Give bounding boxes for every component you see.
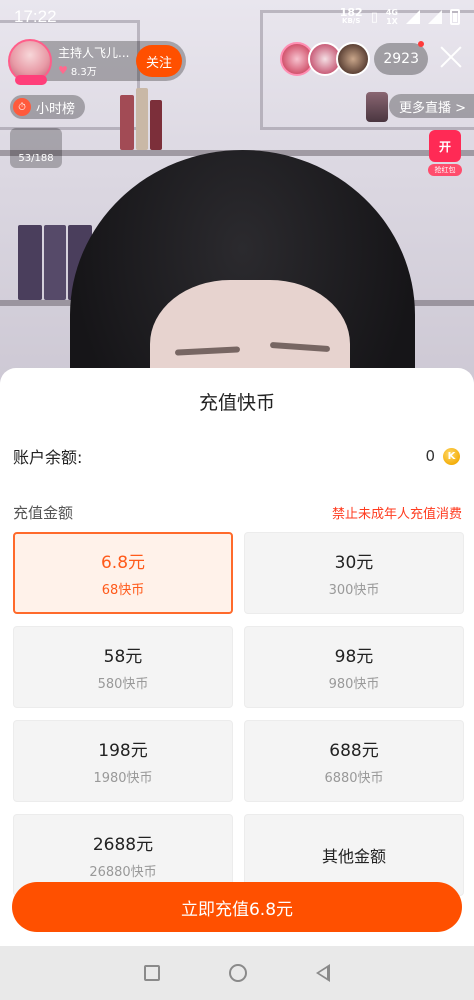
fan-counter-text: 53/188: [18, 153, 54, 164]
balance-value: 0: [425, 447, 435, 465]
option-amount: 688元: [329, 741, 379, 761]
hour-rank-label: 小时榜: [36, 101, 76, 117]
recharge-option[interactable]: 688元 6880快币: [244, 720, 464, 802]
hour-rank-button[interactable]: ⏱ 小时榜: [10, 95, 86, 119]
red-packet-icon: 开: [429, 130, 461, 162]
host-name: 主持人飞儿...: [58, 46, 130, 60]
recharge-option[interactable]: 58元 580快币: [13, 626, 233, 708]
host-likes-count: 8.3万: [70, 67, 97, 78]
option-coins: 26880快币: [89, 865, 157, 880]
more-live-button[interactable]: 更多直播 >: [388, 94, 474, 118]
recharge-option[interactable]: 6.8元 68快币: [13, 532, 233, 614]
status-time: 17:22: [14, 7, 57, 26]
vibrate-icon: ▯: [370, 9, 378, 25]
book: [18, 225, 42, 300]
host-info-pill[interactable]: 主持人飞儿... ♥ 8.3万 关注: [8, 39, 186, 85]
option-amount: 其他金额: [321, 847, 386, 866]
home-icon[interactable]: [228, 964, 247, 982]
sheet-title: 充值快币: [198, 392, 275, 414]
balance-label: 账户余额:: [13, 448, 83, 467]
network-type: 4G 1X: [386, 8, 398, 26]
option-coins: 300快币: [328, 583, 380, 598]
option-coins: 6880快币: [324, 771, 384, 786]
option-amount: 6.8元: [100, 553, 146, 573]
recent-apps-icon[interactable]: [144, 965, 161, 981]
book: [150, 100, 162, 150]
signal-icon: [406, 10, 420, 24]
recharge-sheet: 充值快币 账户余额: 0 K 充值金额 禁止未成年人充值消费 6.8元 68快币…: [0, 368, 474, 946]
book: [120, 95, 134, 150]
minor-warning: 禁止未成年人充值消费: [331, 507, 462, 522]
recharge-now-button[interactable]: 立即充值6.8元: [12, 882, 462, 932]
amount-label: 充值金额: [13, 504, 74, 522]
more-live-thumbnail[interactable]: [366, 92, 388, 122]
red-packet-button[interactable]: 开 抢红包: [428, 130, 462, 176]
option-coins: 980快币: [328, 677, 380, 692]
book: [136, 88, 148, 150]
host-likes: ♥ 8.3万: [58, 63, 136, 78]
coin-icon: K: [443, 447, 460, 465]
host-badge: [15, 75, 47, 85]
status-bar: 17:22 182 KB/S ▯ 4G 1X: [0, 0, 474, 34]
close-icon[interactable]: [438, 44, 464, 70]
red-packet-label: 抢红包: [428, 164, 462, 176]
net-speed-value: 182: [339, 6, 363, 19]
more-live-label: 更多直播 >: [398, 100, 466, 116]
signal-icon: [428, 10, 442, 24]
viewer-list[interactable]: 2923: [280, 41, 428, 76]
recharge-option[interactable]: 198元 1980快币: [13, 720, 233, 802]
heart-icon: ♥: [58, 64, 68, 77]
amount-header: 充值金额 禁止未成年人充值消费: [13, 502, 462, 523]
host-info: 主持人飞儿... ♥ 8.3万: [52, 44, 136, 78]
follow-button[interactable]: 关注: [136, 45, 182, 77]
option-amount: 98元: [334, 647, 374, 667]
option-amount: 198元: [98, 741, 148, 761]
fan-counter[interactable]: 53/188: [10, 128, 62, 168]
rank-icon: ⏱: [13, 98, 31, 116]
battery-icon: [450, 9, 460, 25]
balance-row: 账户余额: 0 K: [13, 444, 460, 468]
option-coins: 68快币: [101, 583, 145, 598]
recharge-option[interactable]: 98元 980快币: [244, 626, 464, 708]
back-icon[interactable]: [315, 964, 330, 982]
network-label: 4G: [385, 8, 398, 17]
book: [44, 225, 66, 300]
host-avatar[interactable]: [8, 39, 52, 85]
option-coins: 580快币: [97, 677, 149, 692]
option-amount: 2688元: [92, 835, 154, 855]
recharge-option[interactable]: 30元 300快币: [244, 532, 464, 614]
network-sub-label: 1X: [386, 17, 398, 26]
status-icons: 182 KB/S ▯ 4G 1X: [339, 6, 460, 26]
option-amount: 30元: [334, 553, 374, 573]
net-speed: 182 KB/S: [339, 6, 363, 26]
net-speed-unit: KB/S: [342, 17, 361, 25]
system-nav-bar: [0, 946, 474, 1000]
viewer-count[interactable]: 2923: [374, 41, 428, 75]
option-amount: 58元: [103, 647, 143, 667]
option-coins: 1980快币: [93, 771, 153, 786]
viewer-avatar[interactable]: [336, 42, 371, 76]
